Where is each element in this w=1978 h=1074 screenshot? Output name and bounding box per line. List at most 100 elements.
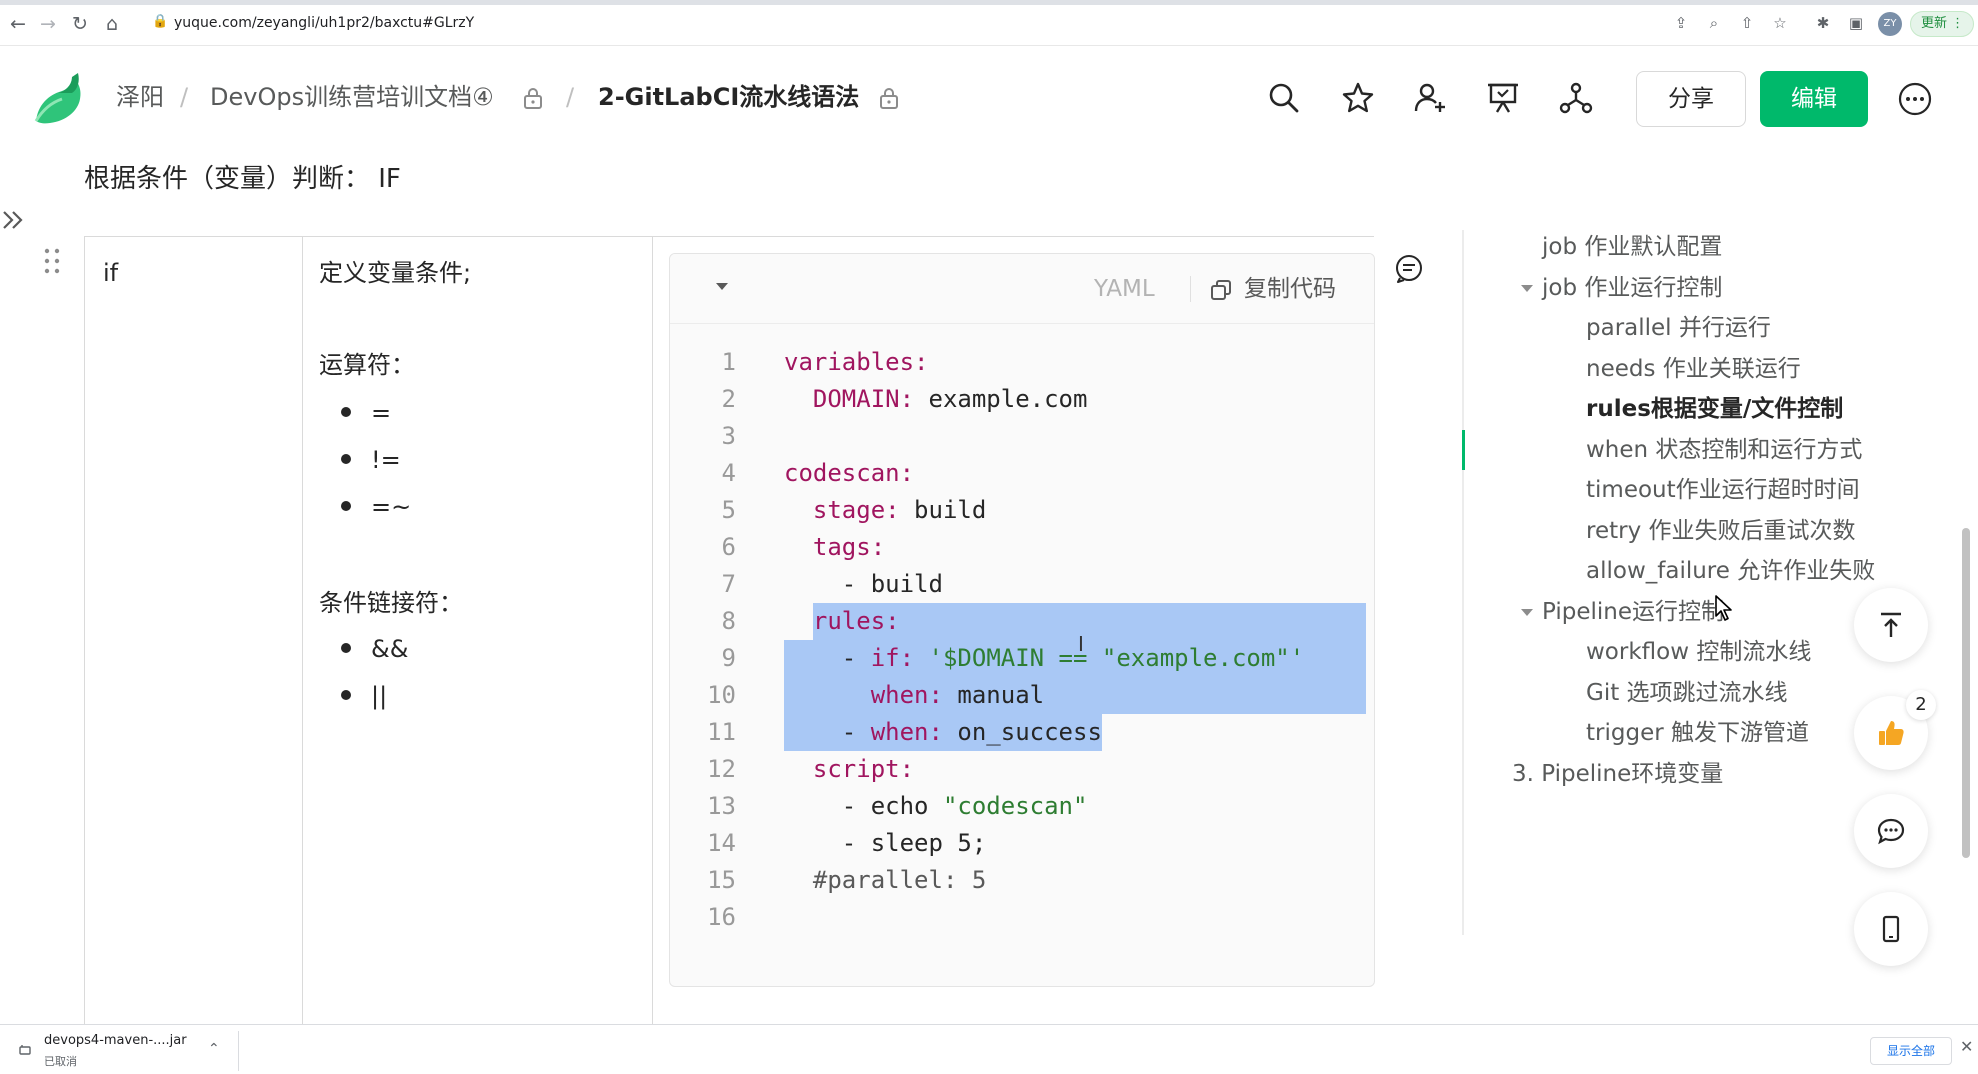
code-line[interactable]: 4 codescan: [670, 455, 1374, 492]
table-cell-code: YAML 复制代码 1 variables: 2 DOMAIN: example.c… [653, 237, 1375, 1027]
close-icon[interactable]: ✕ [1960, 1037, 1973, 1056]
breadcrumb-doc[interactable]: 2-GitLabCI流水线语法 [598, 82, 859, 112]
graph-view-icon[interactable] [1558, 80, 1594, 116]
text-cursor-icon: I [1078, 632, 1084, 656]
list-item: = [341, 397, 391, 429]
like-count-badge: 2 [1906, 690, 1936, 720]
drag-handle-icon[interactable] [40, 246, 64, 276]
zoom-icon[interactable]: ⌕ [1703, 12, 1725, 34]
toc-item[interactable]: allow_failure 允许作业失败 [1586, 556, 1875, 586]
code-line[interactable]: 9 - if: '$DOMAIN == "example.com"' [670, 640, 1374, 677]
side-panel-icon[interactable]: ▣ [1845, 12, 1867, 34]
app-header: 泽阳 / DevOps训练营培训文档④ / 2-GitLabCI流水线语法 分享… [0, 46, 1978, 150]
line-number: 1 [721, 348, 736, 376]
share-page-icon[interactable]: ⇧ [1736, 12, 1758, 34]
code-text: rules: [812, 607, 900, 635]
code-text: - build [784, 570, 943, 598]
home-icon[interactable]: ⌂ [100, 12, 124, 36]
toc-item[interactable]: when 状态控制和运行方式 [1586, 435, 1862, 465]
line-number: 9 [721, 644, 736, 672]
doc-table: if 定义变量条件; 运算符： = != =~ 条件链接符： && || YAM… [84, 236, 1375, 1027]
mouse-pointer-icon [1715, 595, 1732, 621]
line-number: 6 [721, 533, 736, 561]
table-cell-keyword[interactable]: if [85, 237, 303, 1027]
code-line[interactable]: 16 [670, 899, 1374, 936]
table-cell-description[interactable]: 定义变量条件; 运算符： = != =~ 条件链接符： && || [303, 237, 653, 1027]
presentation-icon[interactable] [1485, 80, 1521, 116]
extensions-icon[interactable]: ✱ [1812, 12, 1834, 34]
browser-update-button[interactable]: 更新 ⋮ [1910, 11, 1974, 37]
code-line[interactable]: 13 - echo "codescan" [670, 788, 1374, 825]
comments-button[interactable] [1854, 794, 1928, 868]
code-line[interactable]: 6 tags: [670, 529, 1374, 566]
code-line[interactable]: 14 - sleep 5; [670, 825, 1374, 862]
code-line[interactable]: 7 - build [670, 566, 1374, 603]
breadcrumb-user[interactable]: 泽阳 [116, 82, 164, 112]
toc-item[interactable]: 3. Pipeline环境变量 [1512, 759, 1723, 789]
yuque-logo-icon[interactable] [28, 71, 86, 125]
secure-lock-icon: 🔒 [152, 14, 169, 29]
connector-text: && [371, 635, 409, 663]
bookmark-star-icon[interactable]: ☆ [1769, 12, 1791, 34]
toc-caret-down-icon[interactable] [1520, 605, 1534, 619]
line-number: 16 [707, 903, 736, 931]
more-options-icon[interactable] [1898, 82, 1932, 116]
forward-icon[interactable]: → [36, 12, 60, 36]
code-line[interactable]: 2 DOMAIN: example.com [670, 381, 1374, 418]
share-button[interactable]: 分享 [1636, 71, 1746, 127]
expand-sidebar-icon[interactable] [0, 200, 30, 240]
back-icon[interactable]: ← [6, 12, 30, 36]
back-to-top-button[interactable] [1854, 588, 1928, 662]
show-all-downloads-button[interactable]: 显示全部 [1870, 1037, 1952, 1065]
keyword-text: if [103, 259, 119, 287]
chevron-up-icon[interactable]: ⌃ [208, 1041, 220, 1057]
code-line[interactable]: 12 script: [670, 751, 1374, 788]
toc-item[interactable]: trigger 触发下游管道 [1586, 718, 1809, 748]
toc-item[interactable]: parallel 并行运行 [1586, 313, 1771, 343]
line-number: 10 [707, 681, 736, 709]
toc-item[interactable]: Git 选项跳过流水线 [1586, 678, 1788, 708]
toc-item[interactable]: job 作业默认配置 [1542, 232, 1722, 262]
code-line[interactable]: 1 variables: [670, 344, 1374, 381]
install-app-icon[interactable]: ⇪ [1670, 12, 1692, 34]
mobile-view-button[interactable] [1854, 892, 1928, 966]
toc-item[interactable]: timeout作业运行超时时间 [1586, 475, 1860, 505]
edit-button[interactable]: 编辑 [1760, 71, 1868, 127]
line-number: 4 [721, 459, 736, 487]
code-line[interactable]: 5 stage: build [670, 492, 1374, 529]
code-line[interactable]: 8 rules: [670, 603, 1374, 640]
reload-icon[interactable]: ↻ [68, 12, 92, 36]
breadcrumb-book[interactable]: DevOps训练营培训文档④ [210, 82, 494, 112]
address-bar[interactable]: 🔒 yuque.com/zeyangli/uh1pr2/baxctu#GLrzY [140, 9, 1680, 39]
copy-code-button[interactable]: 复制代码 [1210, 272, 1336, 306]
collapse-code-icon[interactable] [714, 278, 730, 294]
download-divider [238, 1031, 239, 1071]
update-label: 更新 [1921, 16, 1948, 31]
toc-caret-down-icon[interactable] [1520, 281, 1534, 295]
code-line[interactable]: 10 when: manual [670, 677, 1374, 714]
search-icon[interactable] [1266, 80, 1302, 116]
toc-item[interactable]: retry 作业失败后重试次数 [1586, 516, 1856, 546]
code-text: variables: [784, 348, 929, 376]
toc-item[interactable]: job 作业运行控制 [1542, 273, 1722, 303]
code-line[interactable]: 15 #parallel: 5 [670, 862, 1374, 899]
profile-avatar[interactable]: ZY [1878, 12, 1902, 36]
thumbs-up-icon [1879, 721, 1904, 745]
code-line[interactable]: 11 - when: on_success [670, 714, 1374, 751]
page-scrollbar[interactable] [1962, 528, 1970, 858]
code-text: tags: [812, 533, 886, 561]
language-label[interactable]: YAML [1094, 274, 1155, 304]
code-line[interactable]: 3 [670, 418, 1374, 455]
star-icon[interactable] [1340, 80, 1376, 116]
line-number: 8 [721, 607, 736, 635]
comment-icon[interactable] [1394, 254, 1424, 284]
download-item[interactable]: devops4-maven-....jar 已取消 ⌃ [12, 1033, 238, 1069]
toc-item[interactable]: rules根据变量/文件控制 [1586, 394, 1843, 424]
code-text: script: [812, 755, 915, 783]
toc-item[interactable]: needs 作业关联运行 [1586, 354, 1801, 384]
add-collaborator-icon[interactable] [1412, 80, 1448, 116]
code-block[interactable]: YAML 复制代码 1 variables: 2 DOMAIN: example.c… [669, 253, 1375, 987]
toc-item[interactable]: Pipeline运行控制 [1542, 597, 1724, 627]
code-text: - echo "codescan" [784, 792, 1088, 820]
toc-item[interactable]: workflow 控制流水线 [1586, 637, 1811, 667]
